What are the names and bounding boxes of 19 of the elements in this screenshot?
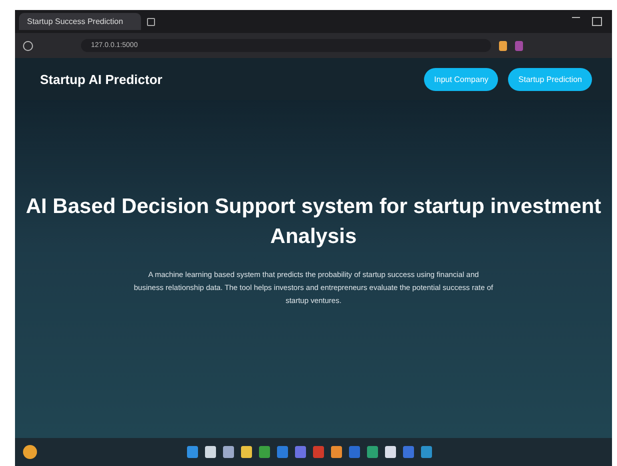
maximize-icon[interactable] [592, 17, 602, 26]
hero-title: AI Based Decision Support system for startup investment Analysis [25, 194, 602, 250]
app-icon[interactable] [367, 446, 378, 458]
brand-title: Startup AI Predictor [40, 72, 162, 86]
app-icon[interactable] [241, 446, 252, 458]
app-icon[interactable] [349, 446, 360, 458]
app-icon[interactable] [205, 446, 216, 458]
app-icon[interactable] [385, 446, 396, 458]
browser-tab[interactable]: Startup Success Prediction [19, 13, 142, 30]
reload-icon[interactable] [23, 40, 33, 50]
app-icon[interactable] [331, 446, 342, 458]
app-icon[interactable] [277, 446, 288, 458]
app-icon[interactable] [223, 446, 234, 458]
app-icon[interactable] [295, 446, 306, 458]
app-icon[interactable] [187, 446, 198, 458]
app-icon[interactable] [313, 446, 324, 458]
app-icon[interactable] [403, 446, 414, 458]
app-icon[interactable] [259, 446, 270, 458]
app-icon[interactable] [421, 446, 432, 458]
